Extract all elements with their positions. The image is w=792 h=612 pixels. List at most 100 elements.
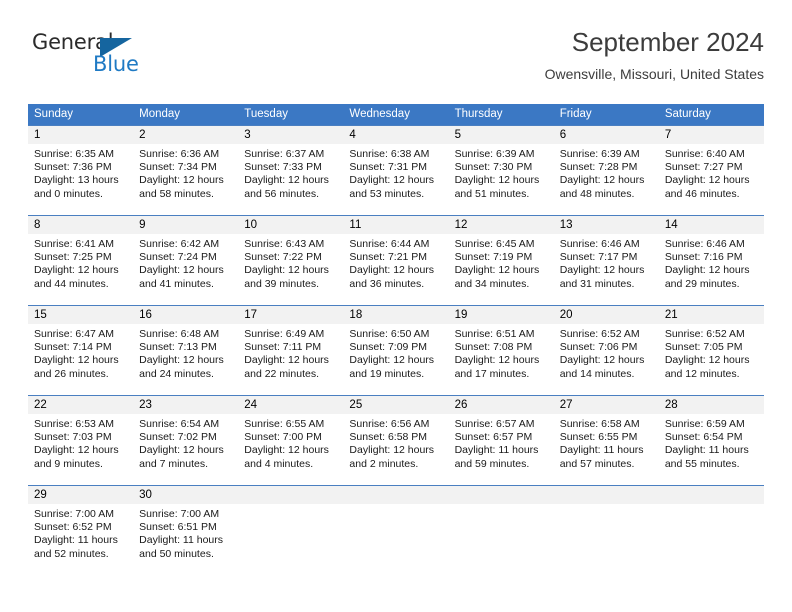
day-cell[interactable]: Sunrise: 6:54 AM Sunset: 7:02 PM Dayligh… xyxy=(133,414,238,485)
day-cell[interactable]: Sunrise: 6:39 AM Sunset: 7:30 PM Dayligh… xyxy=(449,144,554,215)
day-number[interactable]: 21 xyxy=(659,306,764,324)
sunset-text: Sunset: 7:00 PM xyxy=(244,431,322,444)
week-row: 22 23 24 25 26 27 28 Sunrise: 6:53 AM Su… xyxy=(28,395,764,485)
day-number[interactable]: 30 xyxy=(133,486,238,504)
day-number[interactable]: 18 xyxy=(343,306,448,324)
week-row: 29 30 Sunrise: 7:00 AM Sunset: 6:52 PM D… xyxy=(28,485,764,575)
day-number[interactable]: 23 xyxy=(133,396,238,414)
day-number[interactable]: 4 xyxy=(343,126,448,144)
day-cell[interactable]: Sunrise: 6:43 AM Sunset: 7:22 PM Dayligh… xyxy=(238,234,343,305)
day-cell[interactable]: Sunrise: 6:53 AM Sunset: 7:03 PM Dayligh… xyxy=(28,414,133,485)
day-number[interactable]: 26 xyxy=(449,396,554,414)
day-number[interactable]: 13 xyxy=(554,216,659,234)
day-cell[interactable]: Sunrise: 6:45 AM Sunset: 7:19 PM Dayligh… xyxy=(449,234,554,305)
day-number[interactable]: 20 xyxy=(554,306,659,324)
sunrise-text: Sunrise: 6:46 AM xyxy=(664,238,745,250)
day-number[interactable]: 5 xyxy=(449,126,554,144)
day-cell[interactable]: Sunrise: 6:36 AM Sunset: 7:34 PM Dayligh… xyxy=(133,144,238,215)
day-cell[interactable]: Sunrise: 6:42 AM Sunset: 7:24 PM Dayligh… xyxy=(133,234,238,305)
title-block: September 2024 Owensville, Missouri, Uni… xyxy=(545,26,764,84)
day-number[interactable]: 28 xyxy=(659,396,764,414)
day-cell[interactable]: Sunrise: 6:49 AM Sunset: 7:11 PM Dayligh… xyxy=(238,324,343,395)
week-row: 15 16 17 18 19 20 21 Sunrise: 6:47 AM Su… xyxy=(28,305,764,395)
sunrise-text: Sunrise: 6:58 AM xyxy=(559,418,640,430)
day-number[interactable]: 29 xyxy=(28,486,133,504)
sunrise-text: Sunrise: 6:52 AM xyxy=(664,328,745,340)
day-cell[interactable]: Sunrise: 6:48 AM Sunset: 7:13 PM Dayligh… xyxy=(133,324,238,395)
daylight-text-line1: Daylight: 12 hours xyxy=(244,264,329,277)
day-number[interactable]: 9 xyxy=(133,216,238,234)
day-number-empty xyxy=(554,486,659,504)
sunset-text: Sunset: 7:13 PM xyxy=(139,341,217,354)
day-cell[interactable]: Sunrise: 6:57 AM Sunset: 6:57 PM Dayligh… xyxy=(449,414,554,485)
day-number[interactable]: 14 xyxy=(659,216,764,234)
daylight-text-line2: and 39 minutes. xyxy=(244,277,319,290)
day-number[interactable]: 6 xyxy=(554,126,659,144)
day-cell[interactable]: Sunrise: 6:50 AM Sunset: 7:09 PM Dayligh… xyxy=(343,324,448,395)
day-cell[interactable]: Sunrise: 6:46 AM Sunset: 7:17 PM Dayligh… xyxy=(554,234,659,305)
day-number-empty xyxy=(449,486,554,504)
weekday-header-saturday: Saturday xyxy=(664,108,711,120)
daylight-text-line1: Daylight: 12 hours xyxy=(34,354,119,367)
day-cell[interactable]: Sunrise: 6:40 AM Sunset: 7:27 PM Dayligh… xyxy=(659,144,764,215)
day-number[interactable]: 7 xyxy=(659,126,764,144)
day-number[interactable]: 19 xyxy=(449,306,554,324)
day-cell[interactable]: Sunrise: 6:56 AM Sunset: 6:58 PM Dayligh… xyxy=(343,414,448,485)
day-number[interactable]: 24 xyxy=(238,396,343,414)
day-cell[interactable]: Sunrise: 6:46 AM Sunset: 7:16 PM Dayligh… xyxy=(659,234,764,305)
general-blue-logo[interactable]: General Blue xyxy=(32,30,172,86)
daylight-text-line2: and 9 minutes. xyxy=(34,457,103,470)
daylight-text-line1: Daylight: 12 hours xyxy=(454,354,540,367)
calendar-grid: Sunday Monday Tuesday Wednesday Thursday… xyxy=(28,104,764,575)
day-number[interactable]: 8 xyxy=(28,216,133,234)
day-cell[interactable]: Sunrise: 6:37 AM Sunset: 7:33 PM Dayligh… xyxy=(238,144,343,215)
day-cell[interactable]: Sunrise: 6:41 AM Sunset: 7:25 PM Dayligh… xyxy=(28,234,133,305)
daylight-text-line1: Daylight: 12 hours xyxy=(454,264,540,277)
day-number[interactable]: 15 xyxy=(28,306,133,324)
day-cell[interactable]: Sunrise: 6:44 AM Sunset: 7:21 PM Dayligh… xyxy=(343,234,448,305)
day-number[interactable]: 2 xyxy=(133,126,238,144)
day-cell[interactable]: Sunrise: 7:00 AM Sunset: 6:52 PM Dayligh… xyxy=(28,504,133,575)
day-cell[interactable]: Sunrise: 6:35 AM Sunset: 7:36 PM Dayligh… xyxy=(28,144,133,215)
weekday-header-tuesday: Tuesday xyxy=(244,108,288,120)
day-cell[interactable]: Sunrise: 6:38 AM Sunset: 7:31 PM Dayligh… xyxy=(343,144,448,215)
day-number[interactable]: 12 xyxy=(449,216,554,234)
sunrise-text: Sunrise: 6:59 AM xyxy=(664,418,745,430)
day-cell[interactable]: Sunrise: 6:59 AM Sunset: 6:54 PM Dayligh… xyxy=(659,414,764,485)
sunset-text: Sunset: 7:28 PM xyxy=(559,161,638,174)
day-cell[interactable]: Sunrise: 6:51 AM Sunset: 7:08 PM Dayligh… xyxy=(449,324,554,395)
daylight-text-line2: and 17 minutes. xyxy=(454,367,530,380)
calendar-page: General Blue September 2024 Owensville, … xyxy=(0,0,792,612)
sunset-text: Sunset: 7:30 PM xyxy=(454,161,533,174)
day-cell[interactable]: Sunrise: 7:00 AM Sunset: 6:51 PM Dayligh… xyxy=(133,504,238,575)
daylight-text-line2: and 34 minutes. xyxy=(454,277,530,290)
sunrise-text: Sunrise: 6:42 AM xyxy=(139,238,220,250)
day-number[interactable]: 16 xyxy=(133,306,238,324)
day-cell[interactable]: Sunrise: 6:52 AM Sunset: 7:05 PM Dayligh… xyxy=(659,324,764,395)
daylight-text-line1: Daylight: 12 hours xyxy=(244,174,329,187)
daylight-text-line1: Daylight: 12 hours xyxy=(244,444,329,457)
daylight-text-line2: and 31 minutes. xyxy=(559,277,635,290)
day-number[interactable]: 3 xyxy=(238,126,343,144)
day-cell[interactable]: Sunrise: 6:52 AM Sunset: 7:06 PM Dayligh… xyxy=(554,324,659,395)
sunset-text: Sunset: 7:22 PM xyxy=(244,251,322,264)
day-cell[interactable]: Sunrise: 6:47 AM Sunset: 7:14 PM Dayligh… xyxy=(28,324,133,395)
day-number[interactable]: 10 xyxy=(238,216,343,234)
day-cell-empty xyxy=(659,504,764,575)
sunset-text: Sunset: 6:57 PM xyxy=(454,431,533,444)
daylight-text-line2: and 52 minutes. xyxy=(34,547,109,560)
day-number[interactable]: 25 xyxy=(343,396,448,414)
sunset-text: Sunset: 7:19 PM xyxy=(454,251,533,264)
day-number[interactable]: 22 xyxy=(28,396,133,414)
daylight-text-line2: and 14 minutes. xyxy=(559,367,635,380)
day-number[interactable]: 1 xyxy=(28,126,133,144)
day-number[interactable]: 17 xyxy=(238,306,343,324)
page-title: September 2024 xyxy=(571,27,764,57)
day-number[interactable]: 11 xyxy=(343,216,448,234)
daylight-text-line1: Daylight: 12 hours xyxy=(559,354,645,367)
day-cell[interactable]: Sunrise: 6:39 AM Sunset: 7:28 PM Dayligh… xyxy=(554,144,659,215)
day-cell[interactable]: Sunrise: 6:58 AM Sunset: 6:55 PM Dayligh… xyxy=(554,414,659,485)
day-cell[interactable]: Sunrise: 6:55 AM Sunset: 7:00 PM Dayligh… xyxy=(238,414,343,485)
day-detail-band: Sunrise: 6:53 AM Sunset: 7:03 PM Dayligh… xyxy=(28,414,764,485)
day-number[interactable]: 27 xyxy=(554,396,659,414)
